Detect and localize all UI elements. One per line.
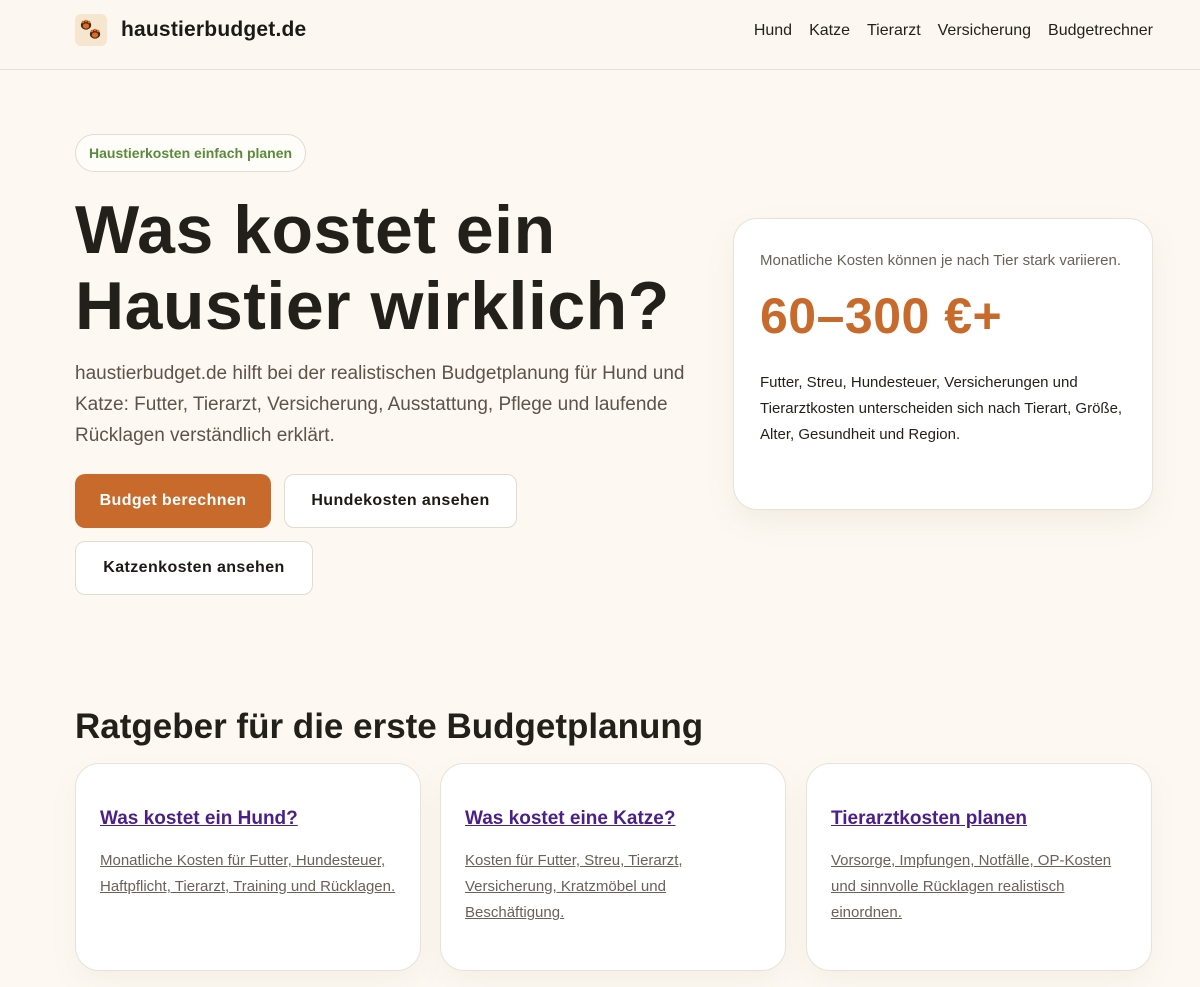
guide-card-vet: Tierarztkosten planen Vorsorge, Impfunge… bbox=[806, 763, 1152, 971]
cat-costs-button[interactable]: Katzenkosten ansehen bbox=[75, 541, 313, 595]
logo-text: haustierbudget.de bbox=[121, 18, 307, 41]
guide-text-cat[interactable]: Kosten für Futter, Streu, Tierarzt, Vers… bbox=[465, 848, 761, 926]
nav-link-budgetrechner[interactable]: Budgetrechner bbox=[1048, 22, 1153, 40]
guide-link-vet[interactable]: Tierarztkosten planen bbox=[831, 808, 1127, 830]
nav-link-versicherung[interactable]: Versicherung bbox=[938, 22, 1031, 40]
paw-icon bbox=[75, 14, 107, 46]
guide-text-dog[interactable]: Monatliche Kosten für Futter, Hundesteue… bbox=[100, 848, 396, 900]
nav-link-tierarzt[interactable]: Tierarzt bbox=[867, 22, 921, 40]
cost-range-value: 60–300 €+ bbox=[760, 288, 1003, 344]
nav-link-katze[interactable]: Katze bbox=[809, 22, 850, 40]
guide-card-cat: Was kostet eine Katze? Kosten für Futter… bbox=[440, 763, 786, 971]
guide-link-dog[interactable]: Was kostet ein Hund? bbox=[100, 808, 396, 830]
monthly-cost-card: Monatliche Kosten können je nach Tier st… bbox=[733, 218, 1153, 510]
nav-link-hund[interactable]: Hund bbox=[754, 22, 792, 40]
guides-section-title: Ratgeber für die erste Budgetplanung bbox=[75, 707, 704, 746]
hero-description: haustierbudget.de hilft bei der realisti… bbox=[75, 363, 685, 446]
hero-title: Was kostet ein Haustier wirklich? bbox=[75, 192, 670, 344]
hero-pill-badge: Haustierkosten einfach planen bbox=[75, 134, 307, 172]
dog-costs-button[interactable]: Hundekosten ansehen bbox=[284, 474, 517, 528]
main-nav: Hund Katze Tierarzt Versicherung Budgetr… bbox=[754, 22, 1153, 40]
budget-calculate-button[interactable]: Budget berechnen bbox=[75, 474, 271, 528]
site-header: haustierbudget.de Hund Katze Tierarzt Ve… bbox=[0, 0, 1200, 70]
guide-card-dog: Was kostet ein Hund? Monatliche Kosten f… bbox=[75, 763, 421, 971]
cost-description: Futter, Streu, Hundesteuer, Versicherung… bbox=[760, 374, 1123, 443]
cost-note: Monatliche Kosten können je nach Tier st… bbox=[760, 252, 1122, 269]
logo[interactable]: haustierbudget.de bbox=[75, 14, 306, 46]
guide-link-cat[interactable]: Was kostet eine Katze? bbox=[465, 808, 761, 830]
guide-text-vet[interactable]: Vorsorge, Impfungen, Notfälle, OP-Kosten… bbox=[831, 848, 1127, 926]
